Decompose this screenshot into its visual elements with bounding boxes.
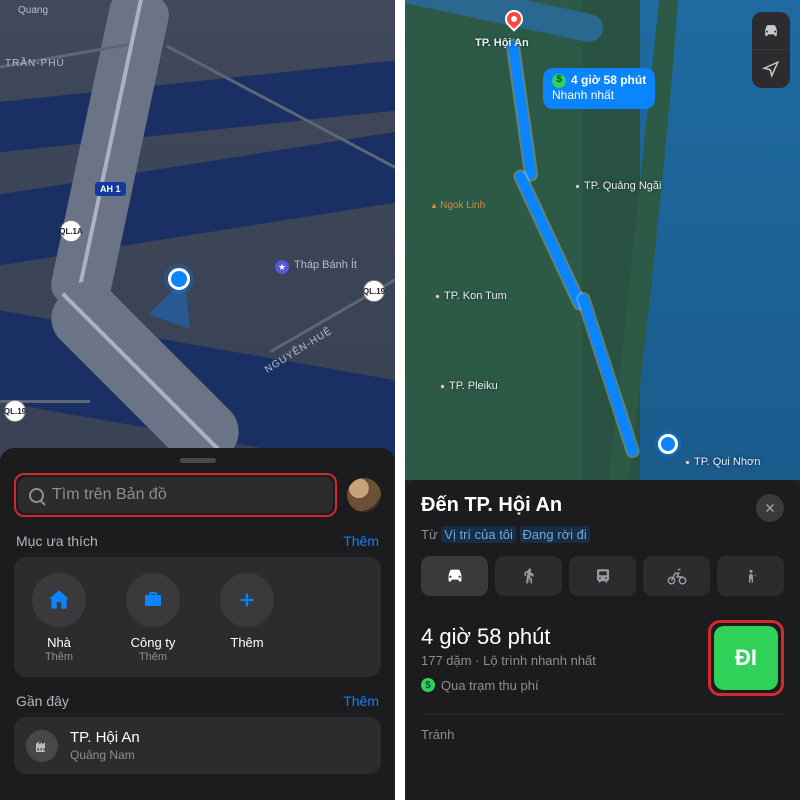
road-shield: QL.1A — [60, 220, 82, 242]
map-label: TRẦN-PHÚ — [5, 58, 65, 69]
search-placeholder: Tìm trên Bản đồ — [52, 486, 167, 504]
map-label: Quang — [18, 5, 48, 16]
recent-more-button[interactable]: Thêm — [343, 693, 379, 709]
map-controls — [752, 12, 790, 88]
recent-heading: Gần đây — [16, 693, 69, 709]
profile-avatar[interactable] — [347, 478, 381, 512]
phone-left: Quang TRẦN-PHÚ AH 1 QL.1A QL.19 QL.19 NG… — [0, 0, 395, 800]
road-shield: QL.19 — [363, 280, 385, 302]
city-label[interactable]: TP. Kon Tum — [435, 290, 507, 302]
eta-time: 4 giờ 58 phút — [571, 73, 646, 88]
road-shield: AH 1 — [95, 182, 126, 196]
toll-badge-icon: $ — [552, 74, 566, 88]
favorites-heading: Mục ưa thích — [16, 533, 98, 549]
highlight-annotation: ĐI — [708, 620, 784, 696]
mode-transit-button[interactable] — [569, 556, 636, 596]
recent-item[interactable]: TP. Hội An Quảng Nam — [14, 717, 381, 774]
sheet-grabber[interactable] — [180, 458, 216, 463]
map-view[interactable]: Quang TRẦN-PHÚ AH 1 QL.1A QL.19 QL.19 NG… — [0, 0, 395, 460]
from-status[interactable]: Đang rời đi — [520, 526, 590, 543]
search-input[interactable]: Tìm trên Bản đồ — [18, 477, 333, 513]
search-icon — [29, 488, 44, 503]
briefcase-icon — [126, 573, 180, 627]
poi-label[interactable]: Tháp Bánh Ít — [294, 259, 357, 271]
favorite-sublabel: Thêm — [139, 651, 167, 663]
mode-walk-button[interactable] — [495, 556, 562, 596]
city-icon — [26, 730, 58, 762]
transport-mode-row — [421, 556, 784, 596]
driving-mode-button[interactable] — [752, 12, 790, 50]
favorites-card: Nhà Thêm Công ty Thêm Thêm — [14, 557, 381, 677]
favorite-work[interactable]: Công ty Thêm — [120, 573, 186, 663]
avoid-options[interactable]: Tránh — [421, 714, 784, 742]
from-location[interactable]: Vị trí của tôi — [441, 526, 516, 543]
from-row[interactable]: Từ Vị trí của tôi Đang rời đi — [421, 527, 784, 542]
mode-drive-button[interactable] — [421, 556, 488, 596]
toll-badge-icon: $ — [421, 678, 435, 692]
locate-me-button[interactable] — [752, 50, 790, 88]
favorite-add[interactable]: Thêm — [214, 573, 280, 663]
favorite-home[interactable]: Nhà Thêm — [26, 573, 92, 663]
user-location-icon — [658, 434, 678, 454]
map-route-view[interactable]: TP. Hội An $4 giờ 58 phút Nhanh nhất TP.… — [405, 0, 800, 480]
city-label[interactable]: TP. Qui Nhơn — [685, 456, 760, 468]
city-label[interactable]: TP. Hội An — [475, 37, 529, 49]
phone-right: TP. Hội An $4 giờ 58 phút Nhanh nhất TP.… — [405, 0, 800, 800]
highlight-annotation: Tìm trên Bản đồ — [14, 473, 337, 517]
mode-cycle-button[interactable] — [643, 556, 710, 596]
poi-star-icon[interactable]: ★ — [275, 260, 289, 274]
mountain-label: Ngok Linh — [430, 200, 485, 211]
city-label[interactable]: TP. Pleiku — [440, 380, 498, 392]
mode-rideshare-button[interactable] — [717, 556, 784, 596]
route-line — [507, 40, 536, 180]
user-location-icon — [168, 268, 190, 290]
favorites-more-button[interactable]: Thêm — [343, 533, 379, 549]
favorite-label: Thêm — [230, 635, 263, 650]
home-icon — [32, 573, 86, 627]
recent-subtitle: Quảng Nam — [70, 748, 140, 762]
city-label[interactable]: TP. Quảng Ngãi — [575, 180, 661, 192]
go-button[interactable]: ĐI — [714, 626, 778, 690]
route-distance: 177 dặm · Lộ trình nhanh nhất — [421, 653, 596, 668]
toll-info: $ Qua trạm thu phí — [421, 678, 596, 693]
favorite-sublabel: Thêm — [45, 651, 73, 663]
road-shield: QL.19 — [4, 400, 26, 422]
favorite-label: Công ty — [131, 635, 176, 650]
directions-sheet: Đến TP. Hội An Từ Vị trí của tôi Đang rờ… — [405, 480, 800, 800]
plus-icon — [220, 573, 274, 627]
favorite-label: Nhà — [47, 635, 71, 650]
destination-title: Đến TP. Hội An — [421, 494, 562, 517]
route-duration: 4 giờ 58 phút — [421, 624, 596, 650]
recent-title: TP. Hội An — [70, 729, 140, 746]
bottom-sheet: Tìm trên Bản đồ Mục ưa thích Thêm Nhà Th… — [0, 448, 395, 800]
eta-tag: Nhanh nhất — [552, 88, 646, 103]
close-button[interactable] — [756, 494, 784, 522]
route-eta-bubble[interactable]: $4 giờ 58 phút Nhanh nhất — [543, 68, 655, 109]
